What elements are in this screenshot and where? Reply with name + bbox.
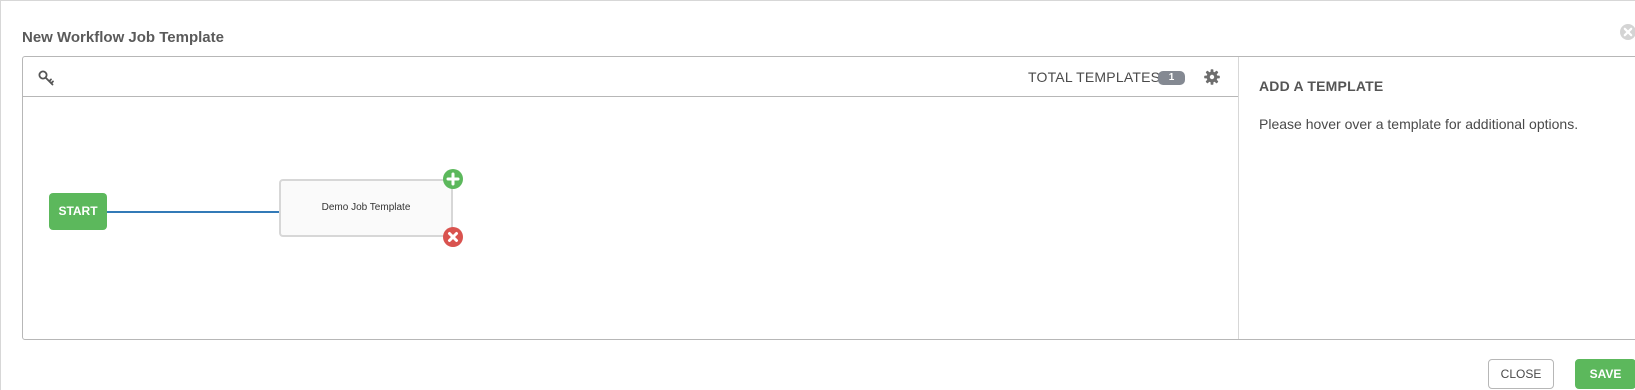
workflow-graph: START Demo Job Template: [23, 97, 1238, 339]
remove-node-button[interactable]: [443, 227, 463, 247]
panel-title: ADD A TEMPLATE: [1259, 78, 1384, 94]
x-icon: [448, 232, 458, 242]
start-node[interactable]: START: [49, 193, 107, 230]
total-templates-label: TOTAL TEMPLATES: [1028, 69, 1161, 85]
workflow-toolbar: TOTAL TEMPLATES 1: [23, 57, 1238, 97]
panel-message: Please hover over a template for additio…: [1259, 116, 1579, 132]
add-node-button[interactable]: [443, 169, 463, 189]
total-templates-badge: 1: [1158, 71, 1185, 85]
node-link-line: [107, 211, 279, 213]
workflow-node[interactable]: Demo Job Template: [279, 179, 453, 237]
plus-icon: [446, 172, 460, 186]
gear-icon[interactable]: [1203, 68, 1221, 86]
key-icon[interactable]: [37, 69, 55, 87]
workflow-modal: New Workflow Job Template TOTAL TEMPLATE…: [0, 0, 1635, 390]
workflow-editor: TOTAL TEMPLATES 1 START Demo Job Templat…: [22, 56, 1635, 340]
save-button[interactable]: SAVE: [1575, 359, 1635, 389]
close-button[interactable]: CLOSE: [1488, 359, 1554, 389]
add-template-panel: ADD A TEMPLATE Please hover over a templ…: [1239, 57, 1635, 339]
close-icon[interactable]: [1619, 23, 1635, 41]
modal-title: New Workflow Job Template: [22, 29, 224, 46]
workflow-canvas-pane: TOTAL TEMPLATES 1 START Demo Job Templat…: [23, 57, 1239, 339]
